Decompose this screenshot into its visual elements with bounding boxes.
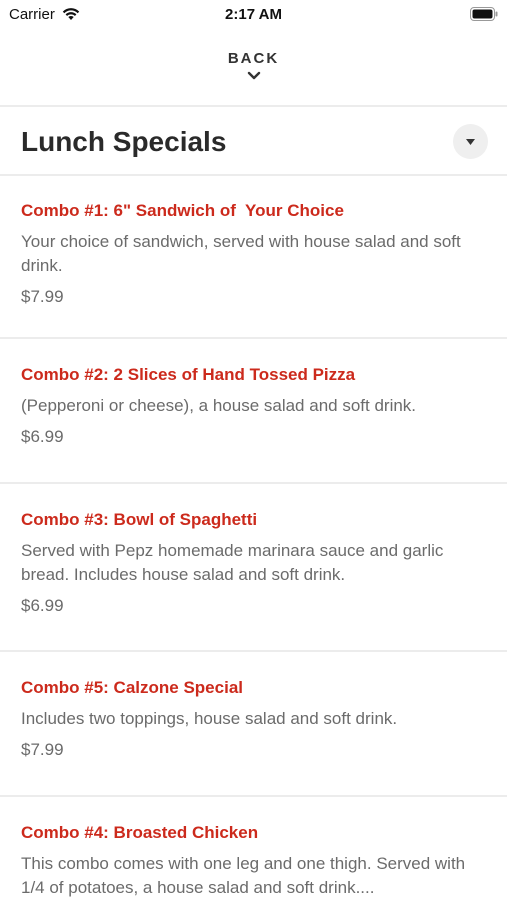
- item-title: Combo #3: Bowl of Spaghetti: [21, 510, 258, 529]
- item-description: Served with Pepz homemade marinara sauce…: [21, 541, 444, 584]
- item-price: $7.99: [21, 740, 64, 759]
- item-title: Combo #5: Calzone Special: [21, 678, 243, 697]
- item-title: Combo #2: 2 Slices of Hand Tossed Pizza: [21, 365, 356, 384]
- item-title: Combo #4: Broasted Chicken: [21, 823, 259, 842]
- back-button[interactable]: BACK: [0, 40, 507, 104]
- item-description: Includes two toppings, house salad and s…: [21, 709, 398, 728]
- item-title: Combo #1: 6" Sandwich of Your Choice: [21, 201, 344, 220]
- menu-item[interactable]: Combo #2: 2 Slices of Hand Tossed Pizza …: [0, 339, 507, 484]
- item-price: $6.99: [21, 427, 64, 446]
- status-bar: Carrier 2:17 AM: [0, 0, 507, 28]
- item-description: Your choice of sandwich, served with hou…: [21, 232, 461, 275]
- header-divider: [0, 105, 507, 107]
- section-toggle-button[interactable]: [453, 124, 488, 159]
- item-price: $7.99: [21, 287, 64, 306]
- triangle-down-icon: [466, 138, 475, 145]
- clock-time: 2:17 AM: [225, 6, 282, 23]
- menu-item[interactable]: Combo #1: 6" Sandwich of Your Choice You…: [0, 175, 507, 339]
- menu-item[interactable]: Combo #5: Calzone Special Includes two t…: [0, 652, 507, 797]
- item-description: (Pepperoni or cheese), a house salad and…: [21, 396, 417, 415]
- section-header: Lunch Specials: [0, 108, 507, 174]
- menu-list: Combo #1: 6" Sandwich of Your Choice You…: [0, 175, 507, 907]
- section-title: Lunch Specials: [21, 126, 227, 157]
- item-description: This combo comes with one leg and one th…: [21, 854, 466, 897]
- back-label: BACK: [227, 50, 280, 67]
- menu-item[interactable]: Combo #4: Broasted Chicken This combo co…: [0, 797, 507, 907]
- battery-icon: [470, 7, 498, 26]
- item-price: $6.99: [21, 596, 64, 615]
- menu-item[interactable]: Combo #3: Bowl of Spaghetti Served with …: [0, 484, 507, 652]
- chevron-down-icon: [247, 71, 260, 80]
